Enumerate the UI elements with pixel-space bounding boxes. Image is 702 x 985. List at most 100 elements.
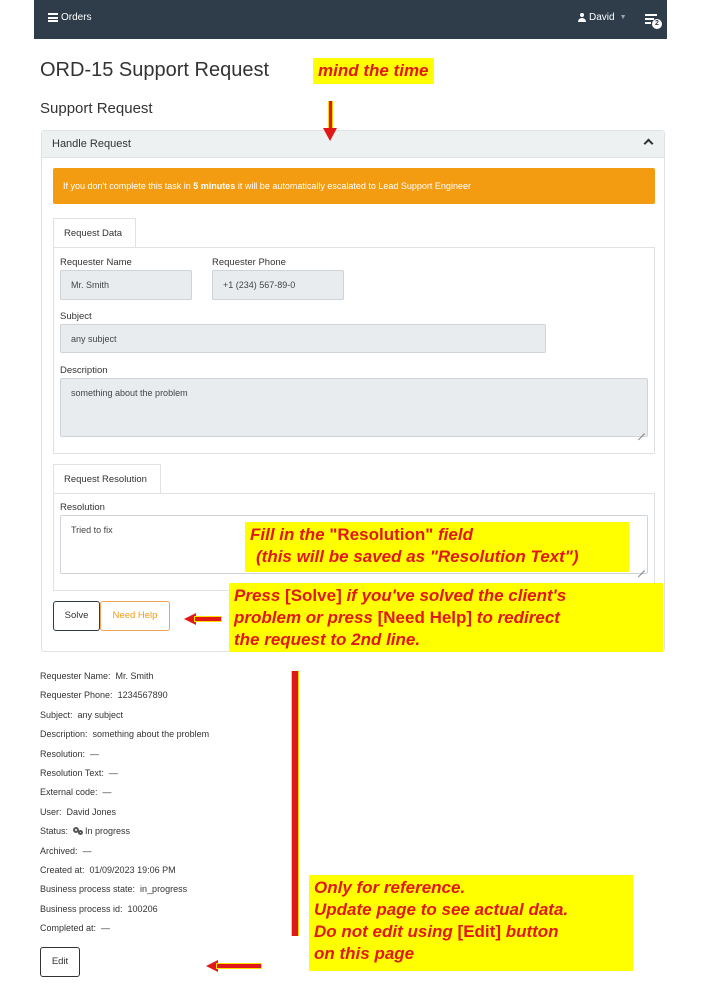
vertical-marker-line [291, 671, 299, 936]
tasks-icon [645, 14, 657, 16]
note-text: [Need Help] [377, 608, 473, 627]
detail-value: — [101, 923, 111, 934]
detail-row: Resolution: — [40, 749, 99, 759]
notifications-badge: 2 [652, 19, 662, 29]
detail-key: User: [40, 806, 62, 817]
top-navbar: Orders David ▼ 2 [34, 0, 667, 39]
note-text: "Resolution" [329, 525, 434, 544]
detail-key: Description: [40, 729, 88, 740]
edit-button[interactable]: Edit [40, 947, 80, 977]
requester-phone-field: +1 (234) 567-89-0 [212, 270, 344, 300]
detail-key: Requester Name: [40, 671, 111, 681]
detail-key: Subject: [40, 709, 73, 720]
detail-key: Requester Phone: [40, 690, 113, 701]
detail-row: Archived: — [40, 846, 92, 856]
user-name: David [589, 12, 615, 23]
arrow-down-icon [323, 128, 337, 141]
description-label: Description [60, 365, 108, 376]
detail-key: Archived: [40, 845, 78, 856]
need-help-button[interactable]: Need Help [100, 601, 170, 631]
detail-row: Status: In progress [40, 826, 130, 836]
detail-row: Subject: any subject [40, 710, 123, 720]
detail-row: User: David Jones [40, 807, 116, 817]
detail-key: External code: [40, 787, 98, 798]
orders-nav-label: Orders [61, 12, 92, 23]
note-text: if you've solved the client's [341, 586, 567, 605]
detail-value: something about the problem [92, 729, 210, 740]
detail-row: Requester Phone: 1234567890 [40, 690, 168, 700]
note-text: [Solve] [285, 586, 342, 605]
note-text: (this will be saved as "Resolution Text"… [256, 547, 579, 566]
annotation-buttons: Press [Solve] if you've solved the clien… [229, 583, 663, 652]
detail-value: 1234567890 [117, 690, 168, 701]
requester-name-field: Mr. Smith [60, 270, 192, 300]
detail-value: — [108, 768, 118, 778]
subject-label: Subject [60, 311, 92, 322]
alert-text-suffix: it will be automatically escalated to Le… [235, 181, 471, 191]
note-text: button [500, 922, 559, 941]
detail-row: Business process id: 100206 [40, 904, 158, 914]
note-text: the request to 2nd line. [234, 630, 421, 649]
detail-value: Mr. Smith [115, 671, 154, 681]
detail-row: Resolution Text: — [40, 768, 118, 778]
resize-handle-icon[interactable] [638, 564, 645, 571]
detail-row: Business process state: in_progress [40, 884, 187, 894]
detail-value: any subject [77, 709, 124, 720]
note-text: on this page [314, 944, 415, 963]
detail-key: Resolution Text: [40, 768, 104, 778]
note-text: to redirect [472, 608, 560, 627]
solve-button[interactable]: Solve [53, 601, 100, 631]
detail-row: Created at: 01/09/2023 19:06 PM [40, 865, 176, 875]
note-text: Only for reference. [314, 878, 466, 897]
detail-value: David Jones [66, 806, 117, 817]
note-text: Do not edit using [314, 922, 458, 941]
alert-deadline: 5 minutes [193, 181, 236, 191]
subject-field: any subject [60, 324, 546, 353]
arrow-shaft [328, 101, 333, 129]
detail-key: Business process state: [40, 884, 136, 895]
requester-phone-label: Requester Phone [212, 257, 286, 268]
detail-value: 01/09/2023 19:06 PM [89, 865, 176, 875]
note-text: Update page to see actual data. [314, 900, 569, 919]
detail-row: Description: something about the problem [40, 729, 209, 739]
description-text: something about the problem [71, 388, 188, 398]
panel-title: Handle Request [52, 138, 131, 150]
detail-key: Business process id: [40, 903, 123, 914]
arrow-shaft [217, 964, 261, 968]
page-title: ORD-15 Support Request [40, 59, 270, 81]
panel-header[interactable]: Handle Request [42, 131, 664, 158]
escalation-alert: If you don't complete this task in 5 min… [53, 168, 655, 204]
detail-value: in_progress [140, 884, 188, 895]
note-text: Fill in the [250, 525, 330, 544]
detail-value: In progress [85, 826, 131, 837]
detail-key: Created at: [40, 865, 85, 875]
arrow-shaft [195, 617, 221, 621]
detail-row: Completed at: — [40, 923, 110, 933]
alert-text: If you don't complete this task in [63, 181, 194, 191]
handle-request-panel: Handle Request If you don't complete thi… [41, 130, 665, 652]
tab-request-resolution[interactable]: Request Resolution [53, 464, 161, 494]
user-menu[interactable]: David ▼ [578, 12, 627, 23]
orders-nav-link[interactable]: Orders [48, 12, 92, 23]
chevron-up-icon[interactable] [643, 138, 654, 149]
annotation-reference: Only for reference. Update page to see a… [309, 875, 633, 971]
resolution-text: Tried to fix [71, 525, 113, 535]
note-text: field [433, 525, 473, 544]
note-text: Press [234, 586, 286, 605]
page-subtitle: Support Request [40, 100, 153, 117]
tab-request-data[interactable]: Request Data [53, 218, 136, 248]
annotation-mind-time: mind the time [313, 58, 434, 84]
note-text: problem or press [234, 608, 378, 627]
notifications-button[interactable]: 2 [645, 13, 662, 29]
resize-handle-icon[interactable] [638, 427, 645, 434]
description-field: something about the problem [60, 378, 648, 437]
detail-value: — [90, 748, 100, 759]
annotation-resolution: Fill in the "Resolution" field (this wil… [245, 522, 629, 572]
detail-key: Status: [40, 826, 69, 837]
detail-row: Requester Name: Mr. Smith [40, 671, 154, 681]
caret-down-icon: ▼ [619, 14, 627, 21]
user-icon [578, 13, 586, 22]
detail-value: — [102, 787, 112, 798]
detail-key: Resolution: [40, 748, 86, 759]
resolution-label: Resolution [60, 502, 105, 513]
